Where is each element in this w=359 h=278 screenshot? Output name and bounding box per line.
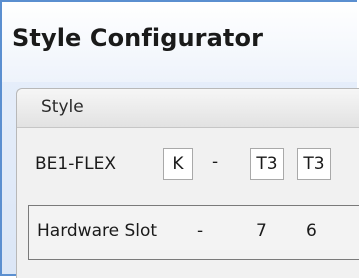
style-code-field-1[interactable]: K — [163, 148, 193, 180]
style-code-separator: - — [212, 152, 219, 172]
product-label: BE1-FLEX — [35, 154, 116, 174]
style-code-field-2[interactable]: T3 — [250, 148, 284, 180]
title-bar: Style Configurator — [2, 2, 357, 82]
style-group-panel: Style BE1-FLEX K - T3 T3 Hardware Slot -… — [16, 88, 359, 278]
hardware-slot-row: Hardware Slot - 7 6 — [28, 205, 359, 260]
hardware-slot-value-1: - — [197, 221, 204, 241]
hardware-slot-value-2: 7 — [256, 221, 267, 241]
style-group-header-label: Style — [41, 97, 84, 117]
style-group-header[interactable]: Style — [17, 89, 359, 128]
hardware-slot-value-3: 6 — [306, 221, 317, 241]
style-code-field-3[interactable]: T3 — [297, 148, 331, 180]
style-configurator-window: Style Configurator Style BE1-FLEX K - T3… — [0, 0, 359, 278]
hardware-slot-label: Hardware Slot — [37, 221, 158, 241]
window-title: Style Configurator — [12, 24, 264, 52]
